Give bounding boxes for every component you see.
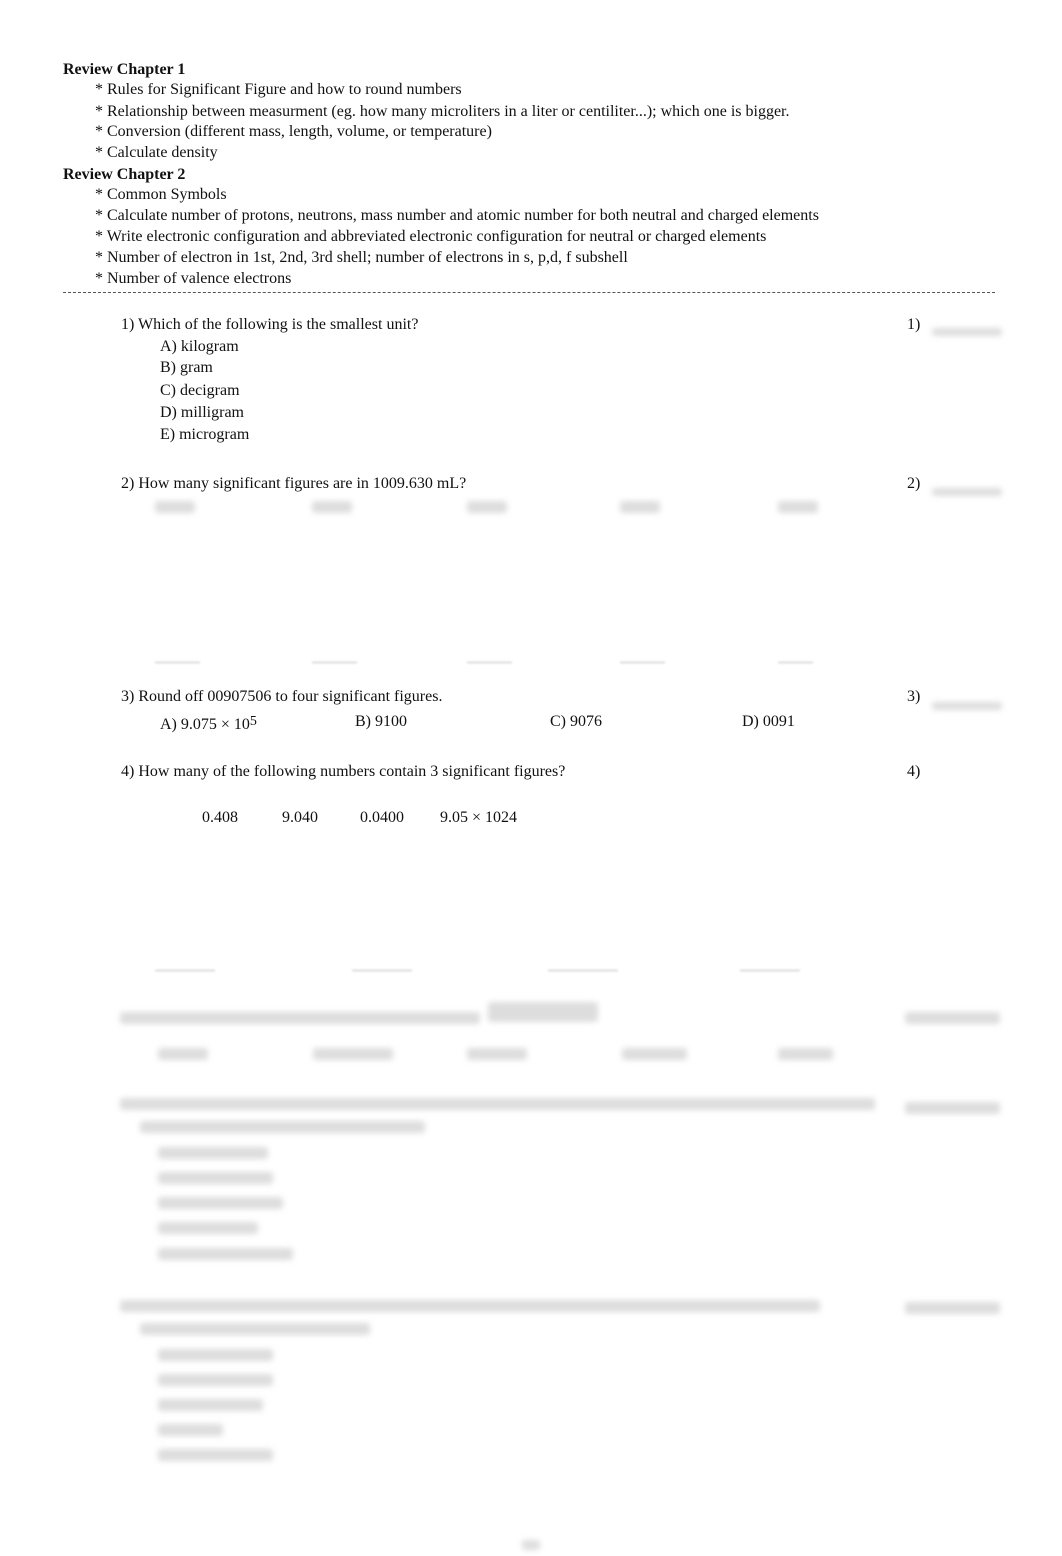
blank-line bbox=[352, 970, 412, 971]
blurred-question bbox=[120, 1012, 480, 1024]
question-4: 4) How many of the following numbers con… bbox=[121, 763, 566, 780]
blurred-option bbox=[622, 1048, 687, 1060]
blurred-option bbox=[312, 501, 352, 513]
blurred-option bbox=[155, 501, 195, 513]
blurred-option bbox=[467, 501, 507, 513]
review-chapter-1-heading: Review Chapter 1 bbox=[63, 61, 186, 78]
exponent: 5 bbox=[249, 714, 257, 729]
review2-item: * Common Symbols bbox=[95, 186, 227, 203]
blank-line bbox=[740, 970, 800, 971]
option: A) kilogram bbox=[160, 338, 239, 355]
blurred-option bbox=[158, 1248, 293, 1260]
blank-line bbox=[155, 662, 200, 663]
blurred-option bbox=[467, 1048, 527, 1060]
question-1-number: 1) bbox=[907, 316, 921, 333]
review1-item: * Relationship between measurment (eg. h… bbox=[95, 103, 790, 120]
number-text: 9.05 × 10 bbox=[440, 809, 502, 826]
blurred-option bbox=[158, 1374, 273, 1386]
blurred-question bbox=[120, 1098, 875, 1110]
question-4-number: 4) bbox=[907, 763, 921, 780]
blank-line bbox=[312, 662, 357, 663]
question-1: 1) Which of the following is the smalles… bbox=[121, 316, 419, 333]
exponent: 24 bbox=[501, 809, 518, 826]
review2-item: * Calculate number of protons, neutrons,… bbox=[95, 207, 819, 224]
question-2: 2) How many significant figures are in 1… bbox=[121, 475, 467, 492]
blurred-answer bbox=[905, 1012, 1000, 1024]
blank-line bbox=[467, 662, 512, 663]
blurred-answer bbox=[905, 1102, 1000, 1114]
divider bbox=[63, 292, 995, 293]
option-b: B) 9100 bbox=[355, 713, 407, 730]
question-2-number: 2) bbox=[907, 475, 921, 492]
blurred-question bbox=[120, 1300, 820, 1312]
answer-blank bbox=[932, 702, 1002, 710]
blank-line bbox=[778, 662, 813, 663]
blurred-question bbox=[488, 1002, 598, 1022]
review1-item: * Rules for Significant Figure and how t… bbox=[95, 81, 462, 98]
blurred-option bbox=[620, 501, 660, 513]
blurred-question bbox=[140, 1121, 425, 1133]
review1-item: * Conversion (different mass, length, vo… bbox=[95, 123, 492, 140]
answer-blank bbox=[932, 328, 1002, 336]
number: 9.05 × 1024 bbox=[440, 808, 517, 828]
blurred-option bbox=[158, 1197, 283, 1209]
blank-line bbox=[548, 970, 618, 971]
blurred-page-number bbox=[522, 1540, 540, 1550]
option: B) gram bbox=[160, 359, 213, 376]
blurred-option bbox=[158, 1048, 208, 1060]
option-a-text: A) 9.075 × 10 bbox=[160, 716, 250, 733]
answer-blank bbox=[932, 488, 1002, 496]
blurred-option bbox=[158, 1172, 273, 1184]
blurred-option bbox=[313, 1048, 393, 1060]
blurred-option bbox=[778, 1048, 833, 1060]
option-a: A) 9.075 × 105 bbox=[160, 712, 257, 735]
question-3-number: 3) bbox=[907, 688, 921, 705]
blank-line bbox=[620, 662, 665, 663]
option-c: C) 9076 bbox=[550, 713, 602, 730]
review2-item: * Number of valence electrons bbox=[95, 270, 292, 287]
number: 0.408 bbox=[202, 809, 238, 826]
blurred-question bbox=[140, 1323, 370, 1335]
number: 9.040 bbox=[282, 809, 318, 826]
blurred-option bbox=[158, 1424, 223, 1436]
blurred-option bbox=[158, 1222, 258, 1234]
blurred-answer bbox=[905, 1302, 1000, 1314]
blurred-option bbox=[778, 501, 818, 513]
option: C) decigram bbox=[160, 382, 240, 399]
question-3: 3) Round off 00907506 to four significan… bbox=[121, 688, 443, 705]
document-page: Review Chapter 1 * Rules for Significant… bbox=[0, 0, 1062, 1556]
option: D) milligram bbox=[160, 404, 244, 421]
blurred-option bbox=[158, 1449, 273, 1461]
blurred-option bbox=[158, 1399, 263, 1411]
blank-line bbox=[155, 970, 215, 971]
blurred-option bbox=[158, 1147, 268, 1159]
review1-item: * Calculate density bbox=[95, 144, 218, 161]
review2-item: * Write electronic configuration and abb… bbox=[95, 228, 767, 245]
review2-item: * Number of electron in 1st, 2nd, 3rd sh… bbox=[95, 249, 628, 266]
blurred-option bbox=[158, 1349, 273, 1361]
option-d: D) 0091 bbox=[742, 713, 795, 730]
review-chapter-2-heading: Review Chapter 2 bbox=[63, 166, 186, 183]
option: E) microgram bbox=[160, 426, 250, 443]
number: 0.0400 bbox=[360, 809, 404, 826]
